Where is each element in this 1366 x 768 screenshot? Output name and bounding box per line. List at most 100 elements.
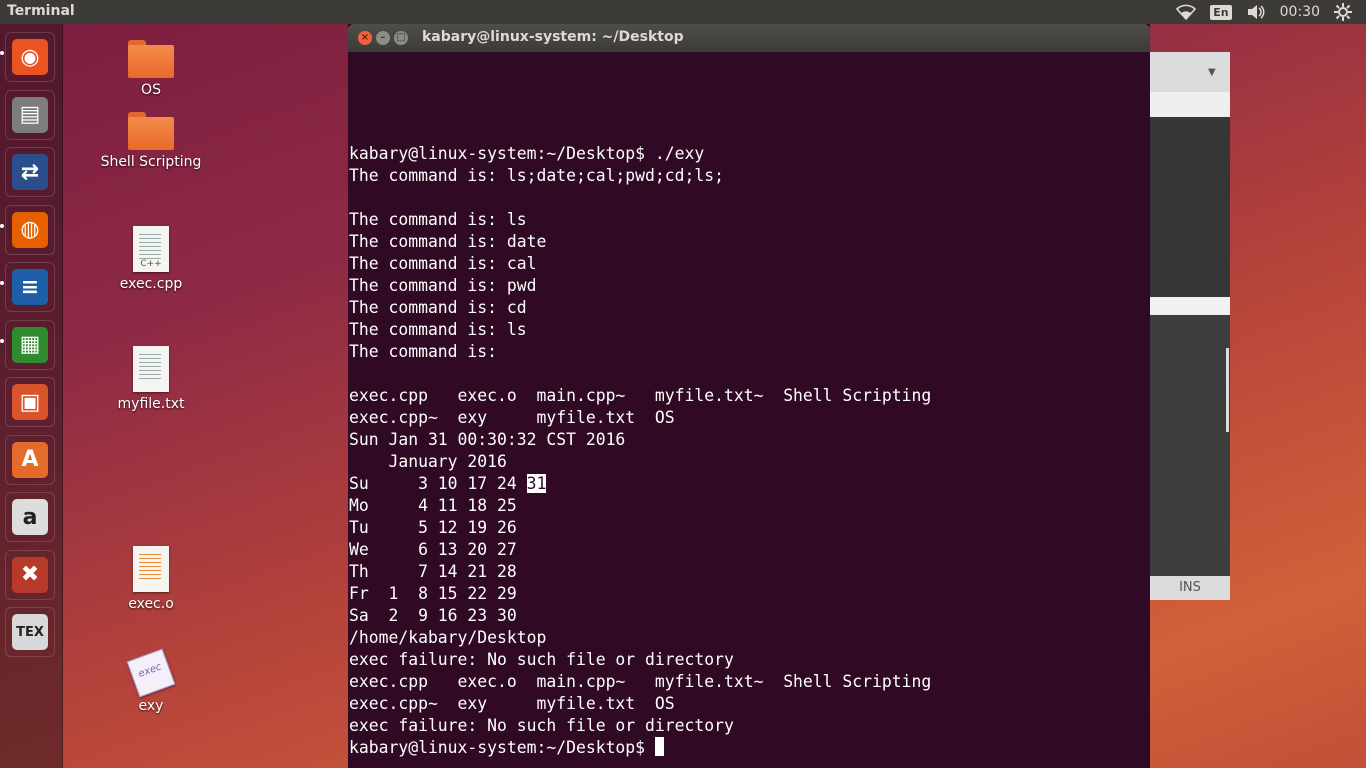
launcher-firefox-icon[interactable]: ◍ — [5, 205, 55, 255]
document-icon — [133, 546, 169, 592]
launcher-network-app-icon[interactable]: ⇄ — [5, 147, 55, 197]
desktop-icon[interactable]: OS — [96, 40, 206, 98]
files-glyph: ▤ — [12, 96, 48, 133]
launcher-files-icon[interactable]: ▤ — [5, 90, 55, 140]
launcher-libreoffice-writer-icon[interactable]: ≡ — [5, 262, 55, 312]
clock[interactable]: 00:30 — [1280, 4, 1320, 20]
top-panel: Terminal En 00:30 — [0, 0, 1366, 24]
tex-glyph: TEX — [12, 614, 48, 650]
desktop-icon[interactable]: C++ exec.cpp — [96, 226, 206, 292]
terminal-line: The command is: date — [349, 232, 547, 251]
launcher-libreoffice-calc-icon[interactable]: ▦ — [5, 320, 55, 370]
executable-tag: exec — [136, 661, 164, 680]
terminal-line: We 6 13 20 27 — [349, 540, 517, 559]
document-icon: C++ — [133, 226, 169, 272]
ubuntu-software-glyph: A — [12, 441, 48, 478]
folder-icon — [128, 40, 174, 78]
minimize-window-button[interactable]: – — [376, 31, 390, 45]
keyboard-layout-indicator[interactable]: En — [1210, 4, 1232, 20]
folder-icon — [128, 112, 174, 150]
background-window-divider — [1150, 297, 1230, 315]
system-tray: En 00:30 — [1176, 0, 1366, 24]
unity-launcher: ◉ ▤ ⇄ ◍ ≡ ▦ ▣ Aa ✖ TEX — [0, 24, 63, 768]
terminal-line: Fr 1 8 15 22 29 — [349, 584, 517, 603]
firefox-glyph: ◍ — [12, 211, 48, 248]
system-settings-glyph: ✖ — [12, 556, 48, 593]
desktop-icon-label: myfile.txt — [117, 396, 185, 412]
file-type-tag: C++ — [140, 259, 162, 269]
terminal-output[interactable]: kabary@linux-system:~/Desktop$ ./exy The … — [349, 143, 1139, 759]
libreoffice-impress-glyph: ▣ — [12, 384, 48, 420]
volume-icon[interactable] — [1246, 4, 1266, 20]
launcher-tex-icon[interactable]: TEX — [5, 607, 55, 657]
launcher-ubuntu-software-icon[interactable]: A — [5, 435, 55, 485]
dropdown-arrow-icon[interactable]: ▼ — [1208, 67, 1216, 78]
libreoffice-writer-glyph: ≡ — [12, 269, 48, 305]
background-window-toolbar — [1150, 92, 1230, 117]
amazon-glyph: a — [12, 499, 48, 535]
desktop-icon-label: exy — [138, 698, 164, 714]
launcher-system-settings-icon[interactable]: ✖ — [5, 550, 55, 600]
background-editor-window[interactable]: ▼ INS — [1150, 52, 1230, 600]
terminal-line: kabary@linux-system:~/Desktop$ ./exy — [349, 144, 705, 163]
terminal-line: The command is: pwd — [349, 276, 537, 295]
background-window-scrollbar[interactable] — [1226, 348, 1229, 432]
active-app-title: Terminal — [7, 3, 75, 19]
terminal-line: The command is: ls — [349, 320, 527, 339]
running-indicator — [0, 281, 4, 285]
wifi-icon[interactable] — [1176, 4, 1197, 20]
terminal-line: /home/kabary/Desktop — [349, 628, 547, 647]
terminal-line: exec.cpp exec.o main.cpp~ myfile.txt~ Sh… — [349, 386, 932, 405]
terminal-line: Tu 5 12 19 26 — [349, 518, 517, 537]
background-window-panel — [1150, 117, 1230, 297]
terminal-line: The command is: — [349, 342, 498, 361]
terminal-line: kabary@linux-system:~/Desktop$ — [349, 737, 1139, 759]
desktop-icon-label: exec.o — [128, 596, 174, 612]
terminal-line: The command is: cal — [349, 254, 537, 273]
today-highlight: 31 — [526, 474, 547, 493]
desktop-icon[interactable]: myfile.txt — [96, 346, 206, 412]
close-window-button[interactable]: × — [358, 31, 372, 45]
running-indicator — [0, 223, 4, 228]
desktop-icon[interactable]: Shell Scripting — [96, 112, 206, 170]
terminal-line: The command is: cd — [349, 298, 527, 317]
terminal-line: exec.cpp~ exy myfile.txt OS — [349, 694, 675, 713]
terminal-line: exec.cpp~ exy myfile.txt OS — [349, 408, 675, 427]
desktop-icon[interactable]: exec exy — [96, 648, 206, 714]
terminal-titlebar[interactable]: × – □ kabary@linux-system: ~/Desktop — [348, 24, 1150, 52]
desktop-icon-label: exec.cpp — [119, 276, 183, 292]
terminal-line: The command is: ls;date;cal;pwd;cd;ls; — [349, 166, 724, 185]
terminal-line: Sun Jan 31 00:30:32 CST 2016 — [349, 430, 626, 449]
terminal-cursor — [654, 737, 664, 756]
terminal-line: The command is: ls — [349, 210, 527, 229]
terminal-line: exec failure: No such file or directory — [349, 650, 734, 669]
launcher-amazon-icon[interactable]: a — [5, 492, 55, 542]
running-indicator — [0, 51, 4, 55]
desktop-icon-label: OS — [141, 82, 161, 98]
background-window-header — [1150, 52, 1230, 92]
network-app-glyph: ⇄ — [12, 154, 48, 190]
launcher-ubuntu-dash-icon[interactable]: ◉ — [5, 32, 55, 82]
settings-gear-icon[interactable] — [1334, 3, 1352, 21]
terminal-line: exec failure: No such file or directory — [349, 716, 734, 735]
terminal-title: kabary@linux-system: ~/Desktop — [422, 29, 684, 45]
ubuntu-dash-glyph: ◉ — [12, 39, 48, 75]
document-icon — [133, 346, 169, 392]
terminal-window[interactable]: × – □ kabary@linux-system: ~/Desktop kab… — [348, 24, 1150, 768]
terminal-line: Su 3 10 17 24 31 — [349, 474, 547, 493]
maximize-window-button[interactable]: □ — [394, 31, 408, 45]
insert-mode-status: INS — [1150, 576, 1230, 600]
launcher-libreoffice-impress-icon[interactable]: ▣ — [5, 377, 55, 427]
terminal-line: January 2016 — [349, 452, 507, 471]
desktop-icon-label: Shell Scripting — [100, 154, 202, 170]
desktop-icon[interactable]: exec.o — [96, 546, 206, 612]
running-indicator — [0, 338, 4, 343]
terminal-line: exec.cpp exec.o main.cpp~ myfile.txt~ Sh… — [349, 672, 932, 691]
libreoffice-calc-glyph: ▦ — [12, 326, 48, 363]
executable-icon: exec — [126, 648, 176, 698]
terminal-line: Sa 2 9 16 23 30 — [349, 606, 517, 625]
terminal-line: Mo 4 11 18 25 — [349, 496, 517, 515]
terminal-line: Th 7 14 21 28 — [349, 562, 517, 581]
